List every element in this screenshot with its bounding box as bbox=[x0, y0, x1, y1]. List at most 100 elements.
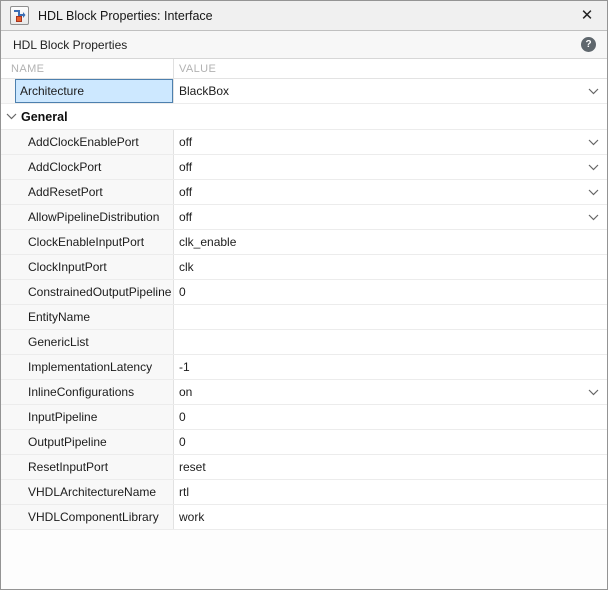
property-value-field[interactable]: clk_enable bbox=[174, 230, 607, 254]
property-value: reset bbox=[179, 460, 601, 474]
property-name: ConstrainedOutputPipeline bbox=[28, 285, 171, 299]
property-name: ResetInputPort bbox=[28, 460, 108, 474]
property-name-cell[interactable]: GenericList bbox=[1, 330, 174, 354]
property-name-cell[interactable]: AllowPipelineDistribution bbox=[1, 205, 174, 229]
property-name: AddClockPort bbox=[28, 160, 101, 174]
property-name: Architecture bbox=[20, 84, 84, 98]
property-value: 0 bbox=[179, 285, 601, 299]
property-value: rtl bbox=[179, 485, 601, 499]
chevron-down-icon[interactable] bbox=[587, 87, 599, 95]
property-value-field[interactable] bbox=[174, 330, 607, 354]
property-value-field[interactable]: reset bbox=[174, 455, 607, 479]
property-name: AddResetPort bbox=[28, 185, 103, 199]
toolbar: HDL Block Properties ? bbox=[1, 31, 607, 59]
section-row-general[interactable]: General bbox=[1, 104, 607, 130]
property-value-dropdown[interactable]: BlackBox bbox=[174, 79, 607, 103]
chevron-down-icon[interactable] bbox=[587, 388, 599, 396]
table-row[interactable]: GenericList bbox=[1, 330, 607, 355]
grid-header: NAME VALUE bbox=[1, 59, 607, 79]
property-value-field[interactable]: 0 bbox=[174, 405, 607, 429]
table-row[interactable]: VHDLComponentLibrary work bbox=[1, 505, 607, 530]
property-name-cell[interactable]: ResetInputPort bbox=[1, 455, 174, 479]
property-value-field[interactable]: -1 bbox=[174, 355, 607, 379]
table-row[interactable]: ImplementationLatency -1 bbox=[1, 355, 607, 380]
property-name: InlineConfigurations bbox=[28, 385, 134, 399]
table-row[interactable]: ClockInputPort clk bbox=[1, 255, 607, 280]
property-name-cell[interactable]: ClockInputPort bbox=[1, 255, 174, 279]
table-empty-area bbox=[1, 530, 607, 589]
property-value: clk_enable bbox=[179, 235, 601, 249]
property-name: OutputPipeline bbox=[28, 435, 107, 449]
table-row[interactable]: ResetInputPort reset bbox=[1, 455, 607, 480]
property-name-cell[interactable]: InputPipeline bbox=[1, 405, 174, 429]
property-name: AllowPipelineDistribution bbox=[28, 210, 159, 224]
property-value-field[interactable] bbox=[174, 305, 607, 329]
chevron-down-glyph bbox=[588, 189, 599, 196]
table-row[interactable]: AllowPipelineDistribution off bbox=[1, 205, 607, 230]
table-row[interactable]: Architecture BlackBox bbox=[1, 79, 607, 104]
property-name-cell[interactable]: AddClockEnablePort bbox=[1, 130, 174, 154]
property-value-field[interactable]: clk bbox=[174, 255, 607, 279]
property-value-dropdown[interactable]: off bbox=[174, 180, 607, 204]
property-name: GenericList bbox=[28, 335, 89, 349]
close-button[interactable]: ✕ bbox=[577, 6, 597, 26]
property-name-cell[interactable]: EntityName bbox=[1, 305, 174, 329]
property-name: InputPipeline bbox=[28, 410, 97, 424]
chevron-down-glyph bbox=[588, 139, 599, 146]
chevron-down-glyph bbox=[588, 88, 599, 95]
property-name-cell[interactable]: ConstrainedOutputPipeline bbox=[1, 280, 174, 304]
property-value-field[interactable]: 0 bbox=[174, 430, 607, 454]
window-title: HDL Block Properties: Interface bbox=[38, 9, 577, 23]
property-name: ClockInputPort bbox=[28, 260, 107, 274]
title-bar: HDL Block Properties: Interface ✕ bbox=[1, 1, 607, 31]
chevron-down-glyph bbox=[588, 389, 599, 396]
property-value-dropdown[interactable]: on bbox=[174, 380, 607, 404]
help-icon[interactable]: ? bbox=[581, 37, 596, 52]
property-value-field[interactable]: rtl bbox=[174, 480, 607, 504]
property-value: work bbox=[179, 510, 601, 524]
table-row[interactable]: EntityName bbox=[1, 305, 607, 330]
table-row[interactable]: InlineConfigurations on bbox=[1, 380, 607, 405]
property-value-dropdown[interactable]: off bbox=[174, 155, 607, 179]
column-header-name[interactable]: NAME bbox=[1, 59, 174, 78]
chevron-down-icon[interactable] bbox=[587, 213, 599, 221]
property-value-field[interactable]: work bbox=[174, 505, 607, 529]
property-name: AddClockEnablePort bbox=[28, 135, 139, 149]
property-value-dropdown[interactable]: off bbox=[174, 205, 607, 229]
property-name-cell[interactable]: AddResetPort bbox=[1, 180, 174, 204]
table-row[interactable]: OutputPipeline 0 bbox=[1, 430, 607, 455]
chevron-down-icon[interactable] bbox=[587, 188, 599, 196]
table-row[interactable]: AddResetPort off bbox=[1, 180, 607, 205]
property-value-field[interactable]: 0 bbox=[174, 280, 607, 304]
hdl-block-properties-window: HDL Block Properties: Interface ✕ HDL Bl… bbox=[0, 0, 608, 590]
property-name: ClockEnableInputPort bbox=[28, 235, 144, 249]
property-name: VHDLArchitectureName bbox=[28, 485, 156, 499]
property-name-cell[interactable]: OutputPipeline bbox=[1, 430, 174, 454]
property-value-dropdown[interactable]: off bbox=[174, 130, 607, 154]
chevron-down-icon[interactable] bbox=[587, 138, 599, 146]
property-value: off bbox=[179, 135, 587, 149]
property-name-cell[interactable]: InlineConfigurations bbox=[1, 380, 174, 404]
section-label: General bbox=[21, 110, 68, 124]
chevron-down-icon[interactable] bbox=[587, 163, 599, 171]
table-row[interactable]: VHDLArchitectureName rtl bbox=[1, 480, 607, 505]
property-name-cell[interactable]: Architecture bbox=[1, 79, 174, 103]
property-value: -1 bbox=[179, 360, 601, 374]
chevron-expand-icon[interactable] bbox=[5, 112, 17, 122]
property-value: off bbox=[179, 185, 587, 199]
table-row[interactable]: AddClockEnablePort off bbox=[1, 130, 607, 155]
column-header-value[interactable]: VALUE bbox=[174, 59, 607, 78]
property-name-cell[interactable]: VHDLArchitectureName bbox=[1, 480, 174, 504]
property-value: BlackBox bbox=[179, 84, 587, 98]
property-name: ImplementationLatency bbox=[28, 360, 152, 374]
property-name-cell[interactable]: ClockEnableInputPort bbox=[1, 230, 174, 254]
selected-cell-highlight: Architecture bbox=[15, 79, 173, 103]
property-name-cell[interactable]: AddClockPort bbox=[1, 155, 174, 179]
property-value: clk bbox=[179, 260, 601, 274]
table-row[interactable]: ConstrainedOutputPipeline 0 bbox=[1, 280, 607, 305]
property-name-cell[interactable]: VHDLComponentLibrary bbox=[1, 505, 174, 529]
table-row[interactable]: ClockEnableInputPort clk_enable bbox=[1, 230, 607, 255]
table-row[interactable]: AddClockPort off bbox=[1, 155, 607, 180]
property-name-cell[interactable]: ImplementationLatency bbox=[1, 355, 174, 379]
table-row[interactable]: InputPipeline 0 bbox=[1, 405, 607, 430]
